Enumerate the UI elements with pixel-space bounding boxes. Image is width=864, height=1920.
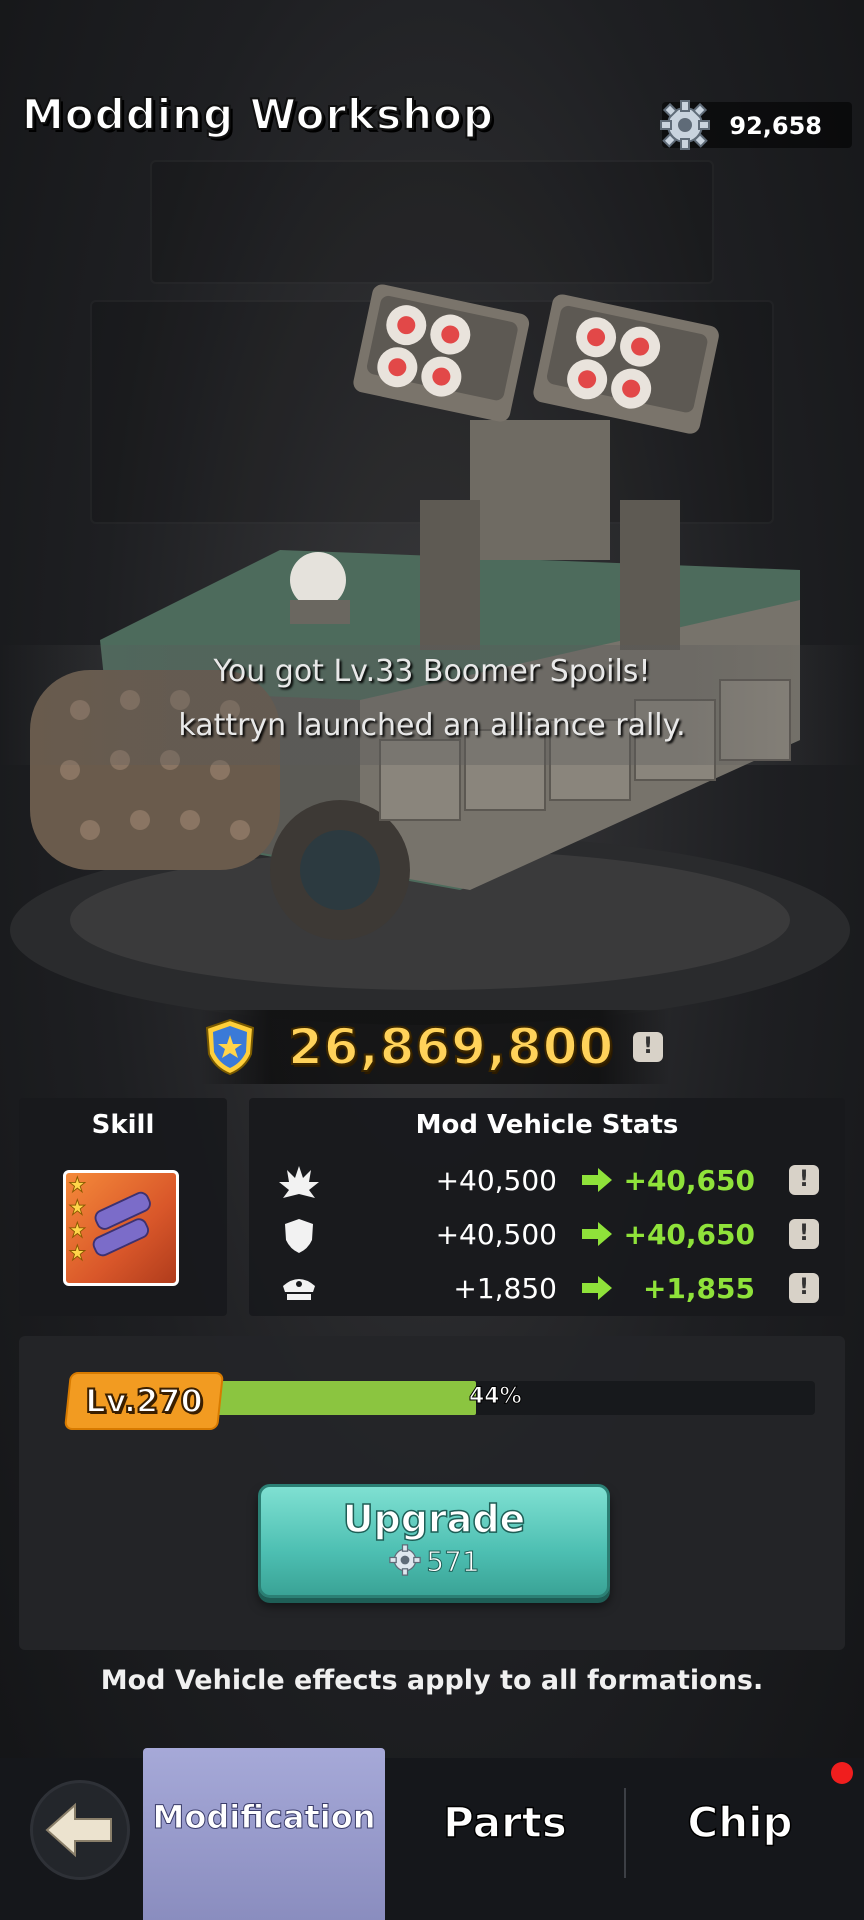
upgrade-cost: 571: [261, 1543, 607, 1579]
level-badge: Lv.270: [63, 1372, 225, 1430]
upgrade-label: Upgrade: [342, 1496, 526, 1542]
arrow-right-icon: [582, 1276, 612, 1300]
officer-cap-icon: [283, 1279, 315, 1300]
skill-header: Skill: [91, 1110, 155, 1140]
tab-label: Parts: [442, 1797, 567, 1848]
stat-next-value: +40,650: [623, 1164, 755, 1197]
currency-value: 92,658: [729, 112, 822, 140]
notification-dot: [831, 1762, 853, 1784]
stat-current-value: +40,500: [435, 1218, 557, 1251]
tab-parts[interactable]: Parts: [412, 1758, 598, 1920]
event-notification: You got Lv.33 Boomer Spoils! kattryn lau…: [0, 645, 864, 765]
power-value: 26,869,800: [287, 1017, 615, 1077]
notification-line: You got Lv.33 Boomer Spoils!: [213, 654, 651, 689]
level-panel: Lv.270 44% Upgrade 571: [19, 1336, 845, 1650]
stat-info-button[interactable]: !: [789, 1219, 819, 1249]
stat-current-value: +1,850: [453, 1272, 557, 1305]
rocket-skill-icon[interactable]: [63, 1170, 179, 1286]
arrow-right-icon: [582, 1168, 612, 1192]
power-display: 26,869,800 !: [200, 1010, 670, 1084]
defense-icon: [285, 1219, 313, 1253]
stat-next-value: +40,650: [623, 1218, 755, 1251]
gear-currency-counter: 92,658: [660, 100, 852, 150]
page-title: Modding Workshop: [21, 89, 494, 140]
skill-art: [68, 1175, 151, 1262]
arrow-right-icon: [582, 1222, 612, 1246]
skill-panel: Skill: [19, 1098, 227, 1316]
formation-note: Mod Vehicle effects apply to all formati…: [100, 1665, 764, 1696]
tab-divider: [624, 1788, 626, 1878]
tab-chip[interactable]: Chip: [640, 1758, 840, 1920]
mod-vehicle-stats-panel: Mod Vehicle Stats +40,500 +40,650 ! +40,…: [249, 1098, 845, 1316]
back-arrow-icon: [45, 1802, 112, 1858]
background-panel: [150, 160, 714, 284]
power-info-button[interactable]: !: [633, 1032, 663, 1062]
tab-label: Modification: [152, 1798, 376, 1837]
stat-row-attack: +40,500 +40,650 !: [249, 1156, 845, 1206]
level-label: Lv.270: [84, 1381, 204, 1421]
attack-icon: [279, 1166, 319, 1198]
stat-info-button[interactable]: !: [789, 1273, 819, 1303]
stat-row-defense: +40,500 +40,650 !: [249, 1210, 845, 1260]
gear-icon: [389, 1544, 422, 1576]
level-progress-fill: [209, 1381, 476, 1415]
bottom-nav: Modification Parts Chip: [0, 1748, 864, 1920]
stats-header: Mod Vehicle Stats: [415, 1110, 679, 1140]
gear-icon: [660, 100, 710, 150]
stat-row-command: +1,850 +1,855 !: [249, 1264, 845, 1314]
shield-star-icon: [205, 1018, 255, 1076]
stat-info-button[interactable]: !: [789, 1165, 819, 1195]
back-button[interactable]: [30, 1780, 130, 1880]
notification-line: kattryn launched an alliance rally.: [178, 708, 686, 743]
upgrade-cost-value: 571: [426, 1545, 480, 1579]
tab-label: Chip: [687, 1797, 794, 1848]
tab-modification[interactable]: Modification: [143, 1748, 385, 1920]
stat-current-value: +40,500: [435, 1164, 557, 1197]
upgrade-button[interactable]: Upgrade 571: [258, 1484, 610, 1598]
level-progress-text: 44%: [469, 1384, 523, 1410]
stat-next-value: +1,855: [642, 1272, 755, 1305]
